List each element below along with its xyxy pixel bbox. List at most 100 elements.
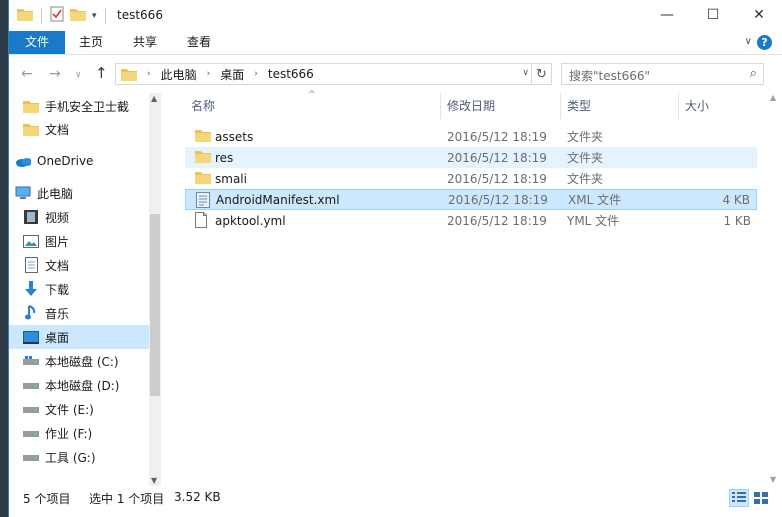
sidebar-item-this-pc[interactable]: 此电脑 <box>15 181 153 205</box>
up-arrow-icon[interactable]: ↑ <box>95 64 108 82</box>
qat-separator <box>41 7 42 24</box>
refresh-icon[interactable]: ↻ <box>531 64 551 84</box>
sidebar-item-music[interactable]: 音乐 <box>23 301 161 325</box>
file-size: 1 KB <box>723 213 751 228</box>
onedrive-icon <box>15 153 31 169</box>
tab-file[interactable]: 文件 <box>9 31 65 54</box>
column-type[interactable]: 类型 <box>561 93 679 119</box>
details-view-icon[interactable] <box>729 489 749 507</box>
expand-ribbon-icon[interactable]: ∨ <box>745 36 752 47</box>
scroll-down-icon[interactable]: ▼ <box>770 475 776 484</box>
maximize-button[interactable]: ☐ <box>690 0 736 30</box>
address-bar[interactable]: › 此电脑 › 桌面 › test666 ∨ ↻ <box>115 63 552 85</box>
sidebar-item-drive-d[interactable]: 本地磁盘 (D:) <box>23 373 161 397</box>
quick-access-toolbar: ▾ <box>17 6 108 25</box>
file-type: 文件夹 <box>567 151 604 165</box>
file-name: AndroidManifest.xml <box>216 192 340 207</box>
navigation-pane: 手机安全卫士截 文档 OneDrive 此电脑 视频 图片 文档 下载 音乐 桌… <box>9 93 161 486</box>
column-size[interactable]: 大小 <box>679 93 757 119</box>
breadcrumb-chevron-icon[interactable]: › <box>207 69 211 79</box>
picture-icon <box>23 233 39 249</box>
column-name[interactable]: 名称 <box>185 93 441 119</box>
file-date: 2016/5/12 18:19 <box>447 213 547 228</box>
file-list: ^ 名称 修改日期 类型 大小 assets 2016/5/12 18:19 文… <box>161 90 782 486</box>
sidebar-item-label: OneDrive <box>37 154 94 168</box>
breadcrumb-chevron-icon[interactable]: › <box>254 69 258 79</box>
file-size: 4 KB <box>722 192 750 207</box>
breadcrumb-this-pc[interactable]: 此电脑 <box>161 64 197 84</box>
sidebar-item-documents[interactable]: 文档 <box>23 253 161 277</box>
file-type: 文件夹 <box>567 172 604 186</box>
search-placeholder: 搜索"test666" <box>569 69 650 83</box>
sidebar-item-label: 手机安全卫士截 <box>45 99 130 114</box>
close-button[interactable]: ✕ <box>736 0 782 30</box>
file-row-assets[interactable]: assets 2016/5/12 18:19 文件夹 <box>185 126 757 147</box>
back-arrow-icon[interactable]: ← <box>21 66 33 82</box>
drive-icon <box>23 449 39 465</box>
sidebar-item-drive-c[interactable]: 本地磁盘 (C:) <box>23 349 161 373</box>
content-scrollbar[interactable]: ▲ ▼ <box>766 93 782 486</box>
sidebar-item-desktop[interactable]: 桌面 <box>9 325 149 349</box>
drive-icon <box>23 425 39 441</box>
minimize-button[interactable]: — <box>644 0 690 30</box>
tab-home[interactable]: 主页 <box>69 31 113 54</box>
file-row-apktool[interactable]: apktool.yml 2016/5/12 18:19 YML 文件 1 KB <box>185 210 757 231</box>
help-icon[interactable]: ? <box>757 35 772 50</box>
file-name: smali <box>215 171 247 186</box>
sidebar-item-drive-f[interactable]: 作业 (F:) <box>23 421 161 445</box>
column-date[interactable]: 修改日期 <box>441 93 561 119</box>
file-name: res <box>215 150 234 165</box>
sidebar-item-downloads[interactable]: 下载 <box>23 277 161 301</box>
navigation-bar: ← → ∨ ↑ › 此电脑 › 桌面 › test666 ∨ ↻ 搜索"test… <box>9 56 782 93</box>
sidebar-item-videos[interactable]: 视频 <box>23 205 161 229</box>
search-box[interactable]: 搜索"test666" ⌕ <box>561 63 764 85</box>
tab-share[interactable]: 共享 <box>123 31 167 54</box>
drive-icon <box>23 401 39 417</box>
scroll-down-icon[interactable]: ▼ <box>151 476 157 485</box>
sidebar-item-label: 文档 <box>45 122 70 137</box>
new-folder-icon[interactable] <box>70 7 86 24</box>
sidebar-item-onedrive[interactable]: OneDrive <box>15 149 153 173</box>
forward-arrow-icon[interactable]: → <box>49 66 61 82</box>
file-date: 2016/5/12 18:19 <box>447 150 547 165</box>
scrollbar-thumb[interactable] <box>150 214 160 396</box>
tab-view[interactable]: 查看 <box>177 31 221 54</box>
properties-icon[interactable] <box>50 6 64 25</box>
navigation-scrollbar[interactable]: ▲ ▼ <box>149 93 161 486</box>
address-dropdown-icon[interactable]: ∨ <box>522 68 529 78</box>
search-icon[interactable]: ⌕ <box>750 66 757 81</box>
file-date: 2016/5/12 18:19 <box>447 129 547 144</box>
breadcrumb-test666[interactable]: test666 <box>268 64 314 84</box>
document-icon <box>23 257 39 273</box>
explorer-window: ▾ test666 — ☐ ✕ 文件 主页 共享 查看 ∨ ? ← → ∨ ↑ … <box>8 0 782 517</box>
sidebar-item-documents-quick[interactable]: 文档 <box>23 117 161 141</box>
recent-locations-icon[interactable]: ∨ <box>75 70 82 80</box>
sidebar-item-label: 文档 <box>45 258 70 273</box>
folder-icon <box>195 170 211 186</box>
scroll-up-icon[interactable]: ▲ <box>151 94 157 103</box>
download-icon <box>23 281 39 297</box>
folder-icon <box>23 98 39 114</box>
sidebar-item-drive-e[interactable]: 文件 (E:) <box>23 397 161 421</box>
customize-qat-icon[interactable]: ▾ <box>92 11 97 21</box>
window-controls: — ☐ ✕ <box>644 0 782 30</box>
sidebar-item-label: 图片 <box>45 234 70 249</box>
drive-icon <box>23 377 39 393</box>
file-row-androidmanifest[interactable]: AndroidManifest.xml 2016/5/12 18:19 XML … <box>185 189 757 210</box>
large-icons-view-icon[interactable] <box>751 489 771 507</box>
file-row-res[interactable]: res 2016/5/12 18:19 文件夹 <box>185 147 757 168</box>
folder-icon[interactable] <box>17 7 33 24</box>
sidebar-item-label: 本地磁盘 (D:) <box>45 378 120 393</box>
drive-icon <box>23 353 39 369</box>
sidebar-item-screenshots[interactable]: 手机安全卫士截 <box>23 94 161 118</box>
scroll-up-icon[interactable]: ▲ <box>770 93 776 102</box>
sidebar-item-label: 作业 (F:) <box>45 426 93 441</box>
sidebar-item-label: 此电脑 <box>37 186 74 201</box>
breadcrumb-chevron-icon[interactable]: › <box>147 69 151 79</box>
sidebar-item-drive-g[interactable]: 工具 (G:) <box>23 445 161 469</box>
computer-icon <box>15 185 31 201</box>
file-row-smali[interactable]: smali 2016/5/12 18:19 文件夹 <box>185 168 757 189</box>
sidebar-item-pictures[interactable]: 图片 <box>23 229 161 253</box>
breadcrumb-desktop[interactable]: 桌面 <box>220 64 244 84</box>
window-title: test666 <box>117 8 163 22</box>
